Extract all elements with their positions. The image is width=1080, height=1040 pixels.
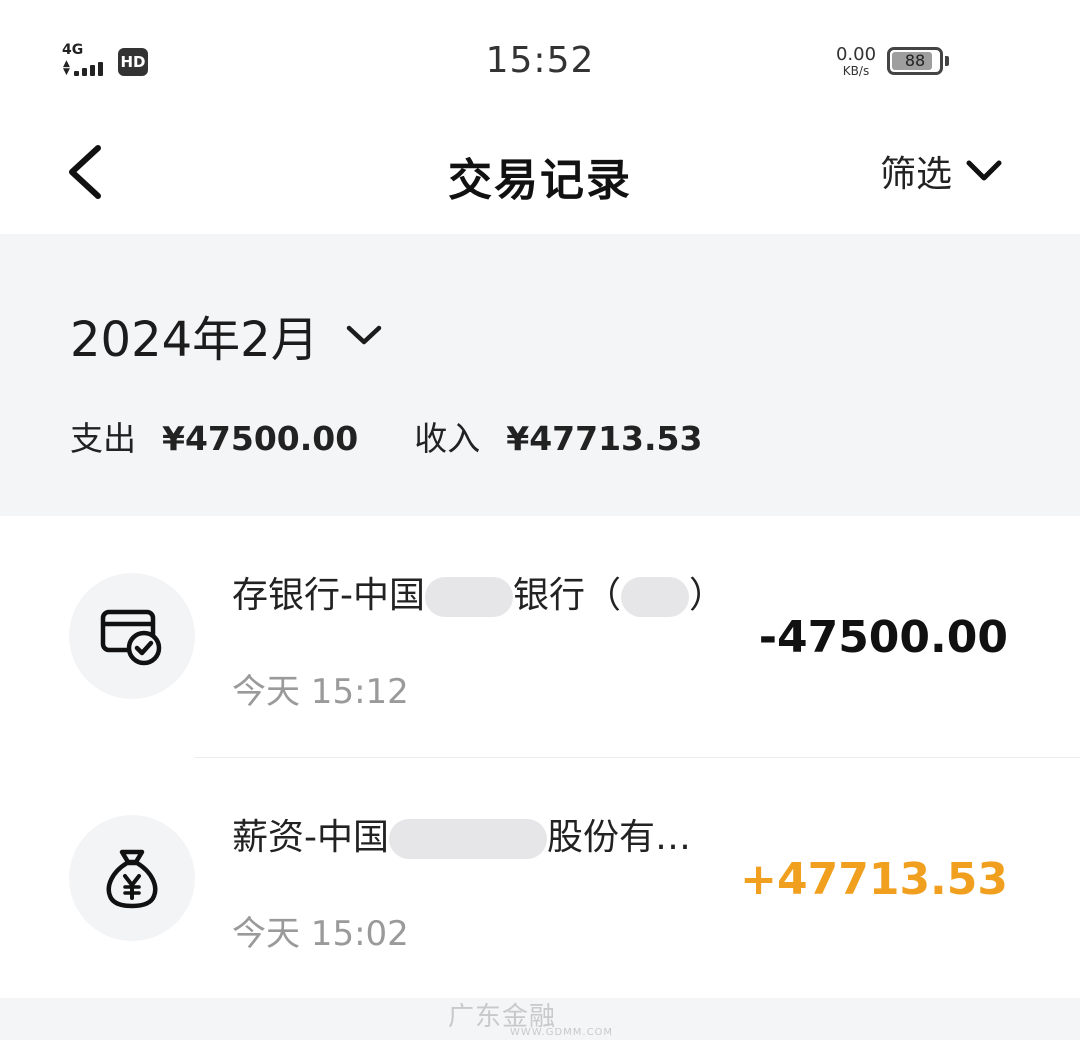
network-speed-unit: KB/s <box>842 64 870 78</box>
income-label: 收入 <box>414 419 481 458</box>
income-amount: ¥47713.53 <box>506 419 703 458</box>
filter-label: 筛选 <box>880 154 953 195</box>
transaction-title: 薪资-中国 股份有… <box>232 808 691 860</box>
transaction-title-suffix: ） <box>689 575 726 616</box>
month-summary: 2024年2月 支出 ¥47500.00 收入 ¥47713.53 <box>0 234 1080 516</box>
expense-amount: ¥47500.00 <box>162 419 359 458</box>
transaction-title-middle: 银行（ <box>513 575 622 616</box>
totals-row: 支出 ¥47500.00 收入 ¥47713.53 <box>70 412 702 460</box>
network-speed-value: 0.00 <box>835 44 877 65</box>
month-label: 2024年2月 <box>70 312 319 368</box>
redaction-mask <box>621 577 690 617</box>
transaction-icon-circle <box>69 573 195 699</box>
card-check-icon <box>100 609 162 666</box>
expense-label: 支出 <box>70 419 136 458</box>
nav-header: 交易记录 筛选 <box>0 120 1080 234</box>
battery-nub <box>945 56 949 66</box>
network-speed: 0.00 KB/s <box>830 44 882 79</box>
status-bar: 4G ▲ ▼ HD 15:52 0.00 KB/s 88 <box>0 0 1080 120</box>
transaction-title-middle: 股份有… <box>547 817 692 858</box>
transaction-amount: -47500.00 <box>758 612 1008 663</box>
transaction-amount: +47713.53 <box>740 854 1008 905</box>
transaction-icon-circle <box>69 815 195 941</box>
chevron-down-icon <box>346 325 381 345</box>
transaction-row[interactable]: 存银行-中国 银行（ ） 今天 15:12 -47500.00 <box>0 516 1080 758</box>
transaction-title-prefix: 薪资-中国 <box>232 817 389 858</box>
battery-level: 88 <box>904 51 926 70</box>
transaction-row[interactable]: 薪资-中国 股份有… 今天 15:02 +47713.53 <box>0 758 1080 1000</box>
transaction-list: 存银行-中国 银行（ ） 今天 15:12 -47500.00 薪资-中国 股份有… … <box>0 516 1080 1000</box>
redaction-mask <box>425 577 513 617</box>
transaction-time: 今天 15:02 <box>232 914 409 954</box>
money-bag-yen-icon <box>106 849 158 909</box>
redaction-mask <box>389 819 547 859</box>
transaction-time: 今天 15:12 <box>232 672 409 712</box>
transaction-title-prefix: 存银行-中国 <box>232 575 425 616</box>
watermark-url: WWW.GDMM.COM <box>510 1027 614 1038</box>
chevron-down-icon <box>966 160 1002 181</box>
filter-button[interactable]: 筛选 <box>880 146 1002 196</box>
battery-icon: 88 <box>887 47 949 75</box>
transaction-title: 存银行-中国 银行（ ） <box>232 566 725 618</box>
month-selector[interactable]: 2024年2月 <box>70 300 383 370</box>
watermark-logo: 广东金融 WWW.GDMM.COM <box>448 996 613 1038</box>
